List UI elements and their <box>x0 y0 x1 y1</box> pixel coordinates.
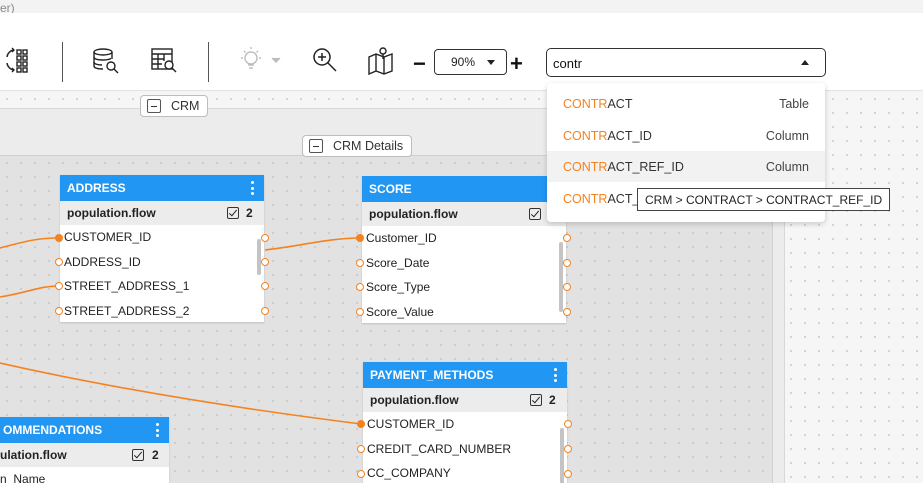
search-result-item[interactable]: CONTRACT_REF_ID Column <box>547 151 825 182</box>
column-port[interactable] <box>357 470 365 478</box>
column-row[interactable]: Score_Date <box>362 251 566 276</box>
column-port[interactable] <box>356 308 364 316</box>
entity-recommendations[interactable]: OMMENDATIONS ulation.flow 2 n_Name <box>0 417 169 483</box>
column-row[interactable]: n_Name <box>0 467 169 483</box>
scrollbar[interactable] <box>559 242 563 312</box>
relation-line <box>264 237 361 251</box>
entity-header[interactable]: SCORE <box>362 176 566 202</box>
search-result-item[interactable]: CONTRACT_ID Column <box>547 120 825 151</box>
column-port[interactable] <box>563 308 571 316</box>
column-port[interactable] <box>564 470 572 478</box>
column-port[interactable] <box>356 259 364 267</box>
column-port[interactable] <box>261 234 269 242</box>
column-row[interactable]: CUSTOMER_ID <box>363 412 567 437</box>
entity-title: OMMENDATIONS <box>3 423 103 437</box>
search-result-rest: ACT <box>607 97 633 111</box>
entity-source-row: population.flow 2 <box>60 201 264 225</box>
search-match-highlight: CONTR <box>563 160 608 174</box>
entity-source: population.flow <box>67 206 156 220</box>
entity-source-row: population.flow <box>362 202 566 226</box>
entity-source-row: ulation.flow 2 <box>0 443 169 467</box>
entity-header[interactable]: ADDRESS <box>60 175 264 201</box>
source-checkbox[interactable] <box>227 207 239 219</box>
search-match-highlight: CONTR <box>563 192 608 206</box>
column-row[interactable]: Score_Value <box>362 300 566 324</box>
source-checkbox[interactable] <box>529 208 541 220</box>
more-vert-icon[interactable] <box>156 423 159 437</box>
column-port[interactable] <box>261 258 269 266</box>
search-result-rest: ACT_ID <box>607 129 652 143</box>
column-port[interactable] <box>261 282 269 290</box>
column-port[interactable] <box>563 259 571 267</box>
entity-address[interactable]: ADDRESS population.flow 2 CUSTOMER_ID AD… <box>60 175 264 322</box>
source-count: 2 <box>549 393 556 407</box>
search-match-highlight: CONTR <box>563 97 608 111</box>
column-port[interactable] <box>55 258 63 266</box>
more-vert-icon[interactable] <box>251 181 254 195</box>
search-result-item[interactable]: CONTRACT Table <box>547 88 825 119</box>
entity-score[interactable]: SCORE population.flow Customer_ID Score_… <box>362 176 566 323</box>
column-row[interactable]: STREET_ADDRESS_1 <box>60 274 264 299</box>
column-row[interactable]: STREET_ADDRESS_2 <box>60 299 264 323</box>
search-result-rest: ACT_REF_ID <box>607 160 684 174</box>
entity-header[interactable]: PAYMENT_METHODS <box>363 362 567 388</box>
entity-source: population.flow <box>370 393 459 407</box>
column-row[interactable]: CUSTOMER_ID <box>60 225 264 250</box>
column-row[interactable]: CREDIT_CARD_NUMBER <box>363 437 567 462</box>
entity-payment-methods[interactable]: PAYMENT_METHODS population.flow 2 CUSTOM… <box>363 362 567 483</box>
entity-header[interactable]: OMMENDATIONS <box>0 417 169 443</box>
entity-title: ADDRESS <box>67 181 126 195</box>
column-port[interactable] <box>356 234 364 242</box>
column-port[interactable] <box>55 282 63 290</box>
column-port[interactable] <box>563 283 571 291</box>
source-count: 2 <box>246 206 253 220</box>
column-port[interactable] <box>55 234 63 242</box>
entity-source: ulation.flow <box>0 448 67 462</box>
source-count: 2 <box>152 448 159 462</box>
relation-line <box>0 285 59 298</box>
column-row[interactable]: ADDRESS_ID <box>60 250 264 275</box>
entity-source-row: population.flow 2 <box>363 388 567 412</box>
column-port[interactable] <box>55 307 63 315</box>
column-port[interactable] <box>563 234 571 242</box>
search-result-type: Table <box>779 97 809 111</box>
scrollbar[interactable] <box>257 239 261 275</box>
column-row[interactable]: CC_COMPANY <box>363 461 567 483</box>
search-result-rest: ACT_ <box>607 192 640 206</box>
entity-source: population.flow <box>369 207 458 221</box>
path-tooltip: CRM > CONTRACT > CONTRACT_REF_ID <box>637 188 891 211</box>
column-port[interactable] <box>356 283 364 291</box>
column-port[interactable] <box>357 420 365 428</box>
column-port[interactable] <box>564 445 572 453</box>
entity-title: PAYMENT_METHODS <box>370 368 494 382</box>
source-checkbox[interactable] <box>132 449 144 461</box>
relation-line <box>0 237 59 249</box>
column-port[interactable] <box>261 307 269 315</box>
entity-title: SCORE <box>369 182 412 196</box>
column-port[interactable] <box>357 445 365 453</box>
search-match-highlight: CONTR <box>563 129 608 143</box>
column-row[interactable]: Customer_ID <box>362 226 566 251</box>
search-result-type: Column <box>765 129 809 143</box>
source-checkbox[interactable] <box>530 394 542 406</box>
more-vert-icon[interactable] <box>554 368 557 382</box>
relation-line <box>0 362 362 425</box>
column-row[interactable]: Score_Type <box>362 275 566 300</box>
column-port[interactable] <box>564 420 572 428</box>
search-result-type: Column <box>765 160 809 174</box>
